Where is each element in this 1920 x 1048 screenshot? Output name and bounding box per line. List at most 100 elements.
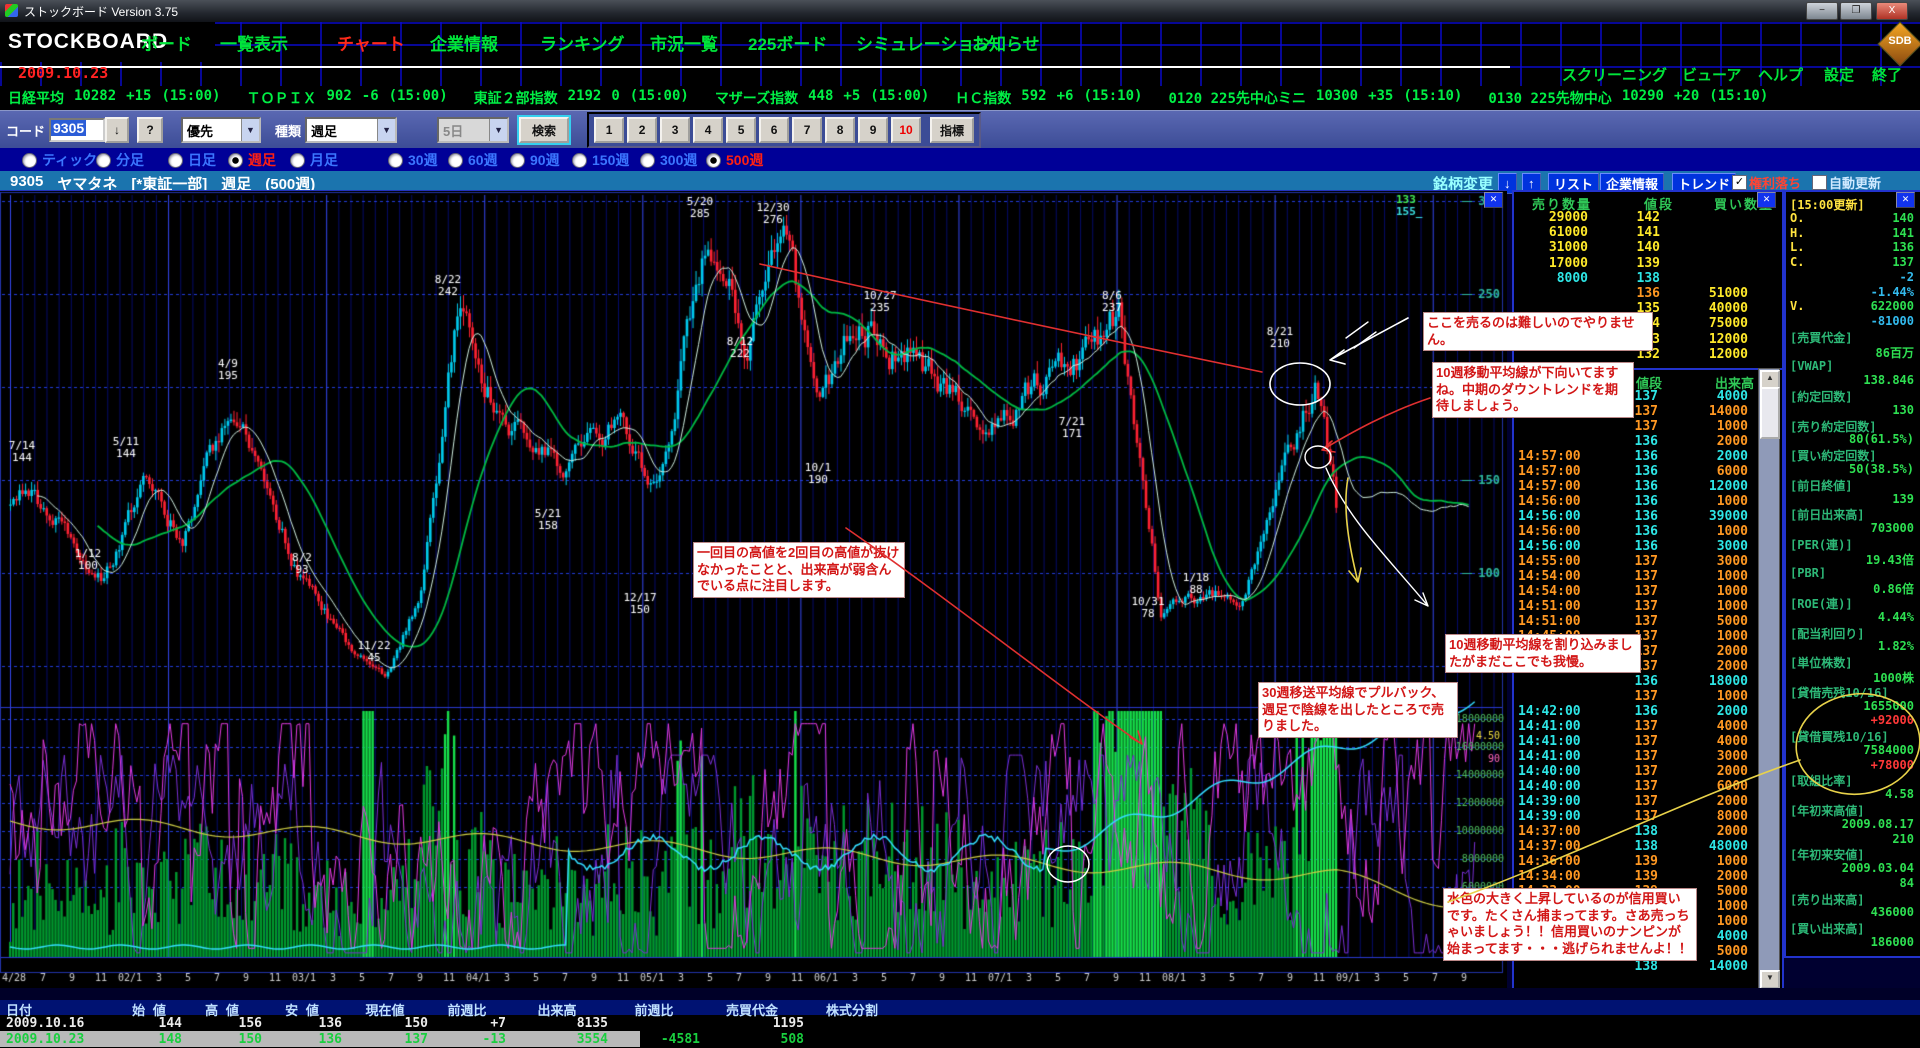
close-button[interactable]: X bbox=[1876, 2, 1908, 20]
code-dropdown-button[interactable]: ↓ bbox=[105, 117, 129, 143]
index-time: (15:00) bbox=[630, 88, 689, 108]
quote-line: 4.44% bbox=[1790, 610, 1914, 624]
quote-value: 139 bbox=[1892, 492, 1914, 506]
menu-item-企業情報[interactable]: 企業情報 bbox=[430, 30, 498, 55]
note-box-1: ここを売るのは難しいのでやりません。 bbox=[1423, 312, 1653, 351]
table-cell: 156 bbox=[182, 1016, 262, 1031]
quote-value: 1.82% bbox=[1878, 639, 1914, 653]
trade-price: 136 bbox=[1598, 434, 1658, 449]
period-ティック[interactable]: ティック bbox=[22, 150, 97, 170]
trade-volume: 2000 bbox=[1662, 644, 1748, 659]
period-60週[interactable]: 60週 bbox=[448, 150, 498, 170]
menu-item-225ボード[interactable]: 225ボード bbox=[748, 30, 827, 55]
page-button-group: 12345678910 指標 bbox=[587, 112, 981, 148]
trade-time: 14:56:00 bbox=[1518, 524, 1590, 539]
trade-volume: 4000 bbox=[1662, 719, 1748, 734]
period-300週[interactable]: 300週 bbox=[640, 150, 697, 170]
index-name: マザーズ指数 bbox=[715, 88, 798, 108]
period-150週[interactable]: 150週 bbox=[572, 150, 629, 170]
period-30週[interactable]: 30週 bbox=[388, 150, 438, 170]
quote-line: 2009.03.04 bbox=[1790, 861, 1914, 875]
quote-line: O.140 bbox=[1790, 211, 1914, 225]
radio-icon bbox=[448, 153, 463, 168]
quote-panel-close-icon[interactable]: ✕ bbox=[1896, 192, 1915, 208]
orderbook-close-icon[interactable]: ✕ bbox=[1757, 192, 1776, 208]
rights-checkbox[interactable]: ✓ bbox=[1732, 175, 1747, 190]
page-button-6[interactable]: 6 bbox=[759, 117, 789, 143]
trade-volume: 1000 bbox=[1662, 854, 1748, 869]
period-500週[interactable]: 500週 bbox=[706, 150, 763, 170]
code-input[interactable]: 9305 bbox=[49, 118, 105, 142]
trade-volume: 3000 bbox=[1662, 554, 1748, 569]
quote-value: 137 bbox=[1892, 255, 1914, 269]
period-週足[interactable]: 週足 bbox=[228, 150, 276, 170]
menu-item-ビューア[interactable]: ビューア bbox=[1682, 64, 1741, 85]
search-button[interactable]: 検索 bbox=[519, 117, 569, 143]
quote-line: 80(61.5%) bbox=[1790, 432, 1914, 446]
index-change: +15 bbox=[126, 88, 151, 108]
period-label: 60週 bbox=[468, 150, 498, 170]
index-item: マザーズ指数448+5(15:00) bbox=[715, 88, 929, 108]
chevron-down-icon: ▼ bbox=[241, 119, 259, 141]
note-box-2: 10週移動平均線が下向いてますね。中期のダウントレンドを期待しましょう。 bbox=[1432, 362, 1634, 418]
trade-volume: 4000 bbox=[1662, 734, 1748, 749]
page-button-4[interactable]: 4 bbox=[693, 117, 723, 143]
tape-scrollbar[interactable]: ▲ ▼ bbox=[1758, 368, 1780, 990]
page-button-5[interactable]: 5 bbox=[726, 117, 756, 143]
period-分足[interactable]: 分足 bbox=[96, 150, 144, 170]
index-name: ＨＣ指数 bbox=[955, 88, 1011, 108]
page-button-2[interactable]: 2 bbox=[627, 117, 657, 143]
scroll-down-icon[interactable]: ▼ bbox=[1760, 970, 1780, 989]
trade-time: 14:55:00 bbox=[1518, 554, 1590, 569]
index-item: 日経平均10282+15(15:00) bbox=[8, 88, 220, 108]
page-button-1[interactable]: 1 bbox=[594, 117, 624, 143]
minimize-button[interactable]: − bbox=[1806, 2, 1838, 20]
menu-item-設定[interactable]: 設定 bbox=[1824, 64, 1854, 85]
menu-item-ヘルプ[interactable]: ヘルプ bbox=[1758, 64, 1803, 85]
index-change: 0 bbox=[611, 88, 619, 108]
menu-item-ボード[interactable]: ボード bbox=[141, 30, 192, 55]
index-value: 902 bbox=[326, 88, 351, 108]
menu-item-一覧表示[interactable]: 一覧表示 bbox=[220, 30, 288, 55]
trade-price: 137 bbox=[1598, 749, 1658, 764]
index-name: 0130 225先物中心 bbox=[1488, 88, 1611, 108]
page-button-9[interactable]: 9 bbox=[858, 117, 888, 143]
period-日足[interactable]: 日足 bbox=[168, 150, 216, 170]
menu-item-終了[interactable]: 終了 bbox=[1872, 64, 1902, 85]
menu-item-チャート[interactable]: チャート bbox=[337, 30, 405, 55]
index-item: ＨＣ指数592+6(15:10) bbox=[955, 88, 1142, 108]
period-月足[interactable]: 月足 bbox=[290, 150, 338, 170]
quote-value: 4.44% bbox=[1878, 610, 1914, 624]
trade-volume: 2000 bbox=[1662, 449, 1748, 464]
trade-price: 136 bbox=[1598, 704, 1658, 719]
chart-close-icon[interactable]: ✕ bbox=[1484, 192, 1503, 208]
trade-volume: 39000 bbox=[1662, 509, 1748, 524]
quote-line: [PBR] bbox=[1790, 566, 1914, 580]
priority-select[interactable]: 優先▼ bbox=[181, 117, 261, 143]
table-cell: 137 bbox=[342, 1032, 428, 1047]
auto-update-checkbox[interactable] bbox=[1812, 175, 1827, 190]
quote-value: 50(38.5%) bbox=[1849, 462, 1914, 476]
table-cell: 8135 bbox=[506, 1016, 608, 1031]
restore-button[interactable]: ❐ bbox=[1840, 2, 1872, 20]
radio-icon bbox=[640, 153, 655, 168]
quote-value: 138.846 bbox=[1863, 373, 1914, 387]
menu-item-ランキング[interactable]: ランキング bbox=[540, 30, 625, 55]
menu-item-スクリーニング[interactable]: スクリーニング bbox=[1562, 64, 1667, 85]
trade-time: 14:57:00 bbox=[1518, 464, 1590, 479]
index-change: +35 bbox=[1368, 88, 1393, 108]
page-button-8[interactable]: 8 bbox=[825, 117, 855, 143]
scrollbar-thumb[interactable] bbox=[1760, 387, 1780, 439]
quote-line: 50(38.5%) bbox=[1790, 462, 1914, 476]
menu-item-お知らせ[interactable]: お知らせ bbox=[972, 30, 1040, 55]
trade-volume: 2000 bbox=[1662, 434, 1748, 449]
help-button[interactable]: ? bbox=[137, 117, 163, 143]
indicator-button[interactable]: 指標 bbox=[930, 117, 974, 143]
period-90週[interactable]: 90週 bbox=[510, 150, 560, 170]
page-button-7[interactable]: 7 bbox=[792, 117, 822, 143]
page-button-3[interactable]: 3 bbox=[660, 117, 690, 143]
type-select[interactable]: 週足▼ bbox=[305, 117, 397, 143]
table-header-row: 日付始 値高 値安 値現在値前週比出来高前週比売買代金株式分割 bbox=[0, 1000, 1920, 1015]
page-button-10[interactable]: 10 bbox=[891, 117, 921, 143]
menu-item-市況一覧[interactable]: 市況一覧 bbox=[650, 30, 718, 55]
